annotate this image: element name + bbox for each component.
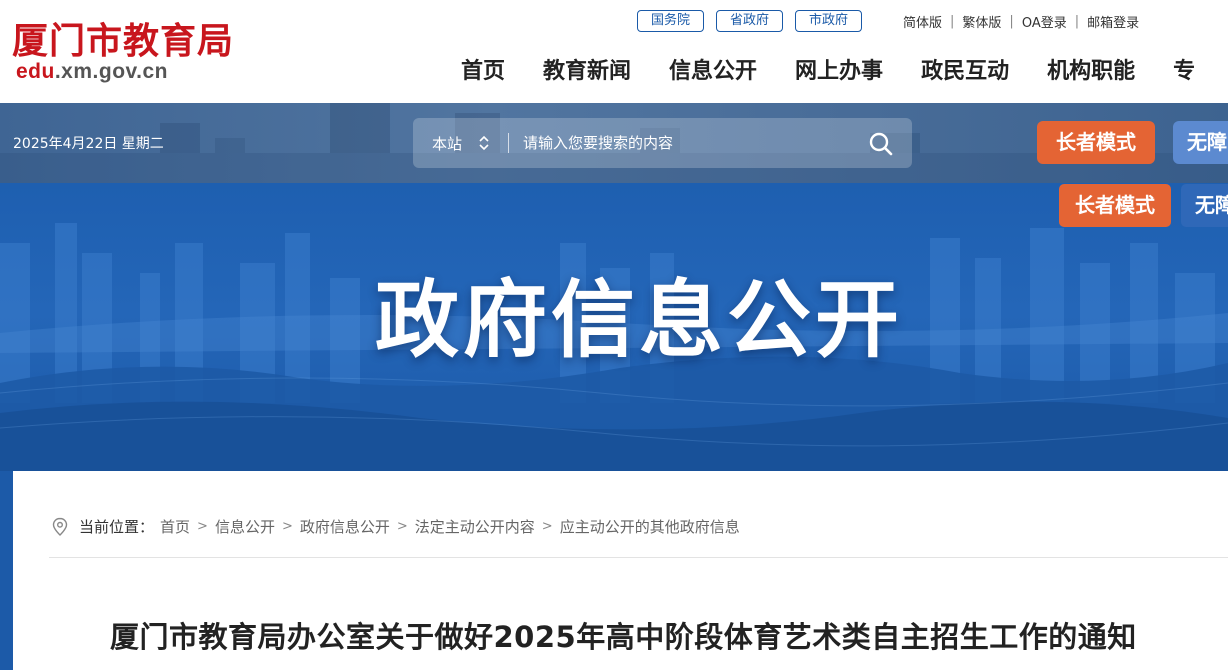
current-date: 2025年4月22日 星期二 [13, 136, 164, 152]
breadcrumb-separator: > [396, 519, 408, 534]
hero-banner: 政府信息公开 长者模式 无障 [0, 183, 1228, 471]
breadcrumb-divider [49, 557, 1228, 558]
gov-link-province[interactable]: 省政府 [716, 10, 784, 32]
site-logo-domain[interactable]: edu.xm.gov.cn [16, 60, 168, 84]
article-title: 厦门市教育局办公室关于做好2025年高中阶段体育艺术类自主招生工作的通知 [110, 620, 1137, 654]
logo-domain-prefix: edu [16, 60, 55, 83]
nav-item-interaction[interactable]: 政民互动 [921, 57, 1009, 87]
breadcrumb-info-disclosure[interactable]: 信息公开 [215, 516, 275, 537]
site-header: 厦门市教育局 edu.xm.gov.cn 国务院 省政府 市政府 简体版 | 繁… [0, 0, 1228, 103]
nav-item-functions[interactable]: 机构职能 [1047, 57, 1135, 87]
gov-links: 国务院 省政府 市政府 [637, 10, 863, 32]
search-input[interactable] [523, 129, 853, 157]
accessibility-button-secondary[interactable]: 无障 [1181, 184, 1228, 227]
nav-item-online-services[interactable]: 网上办事 [795, 57, 883, 87]
breadcrumb-label: 当前位置： [79, 518, 155, 536]
breadcrumb-other-gov-info[interactable]: 应主动公开的其他政府信息 [560, 516, 740, 537]
nav-item-home[interactable]: 首页 [461, 57, 505, 87]
site-logo-title[interactable]: 厦门市教育局 [12, 12, 234, 64]
search-divider [508, 133, 509, 153]
location-pin-icon [52, 517, 68, 536]
nav-item-info-disclosure[interactable]: 信息公开 [669, 57, 757, 87]
gov-link-city[interactable]: 市政府 [795, 10, 863, 32]
util-separator: | [950, 14, 955, 29]
breadcrumb-gov-info-disclosure[interactable]: 政府信息公开 [300, 516, 390, 537]
article-panel: 当前位置： 首页 > 信息公开 > 政府信息公开 > 法定主动公开内容 > 应主… [13, 471, 1228, 670]
breadcrumb-home[interactable]: 首页 [160, 516, 190, 537]
util-separator: | [1009, 14, 1014, 29]
breadcrumb-separator: > [197, 519, 208, 534]
accessibility-button[interactable]: 无障 [1173, 121, 1228, 164]
elder-mode-button[interactable]: 长者模式 [1037, 121, 1155, 164]
util-separator: | [1074, 14, 1080, 29]
breadcrumb-statutory-content[interactable]: 法定主动公开内容 [415, 516, 535, 537]
nav-item-education-news[interactable]: 教育新闻 [543, 57, 631, 87]
search-strip: 2025年4月22日 星期二 本站 长者模式 无障 [0, 103, 1228, 183]
gov-link-state-council[interactable]: 国务院 [637, 10, 705, 32]
logo-domain-rest: .xm.gov.cn [54, 60, 168, 83]
breadcrumb: 当前位置： 首页 > 信息公开 > 政府信息公开 > 法定主动公开内容 > 应主… [51, 516, 740, 537]
simplified-chinese-link[interactable]: 简体版 [903, 12, 942, 31]
main-nav: 首页 教育新闻 信息公开 网上办事 政民互动 机构职能 专 [461, 57, 1228, 87]
oa-login-link[interactable]: OA登录 [1022, 12, 1067, 31]
mail-login-link[interactable]: 邮箱登录 [1087, 12, 1139, 31]
banner-title: 政府信息公开 [374, 271, 903, 369]
elder-mode-button-secondary[interactable]: 长者模式 [1059, 184, 1171, 227]
search-scope-select[interactable]: 本站 [432, 133, 462, 154]
nav-item-topics[interactable]: 专 [1173, 57, 1195, 87]
traditional-chinese-link[interactable]: 繁体版 [962, 12, 1001, 31]
breadcrumb-separator: > [541, 519, 553, 534]
breadcrumb-separator: > [281, 519, 293, 534]
search-icon[interactable] [868, 131, 894, 157]
chevron-up-down-icon[interactable] [478, 135, 490, 151]
search-box: 本站 [413, 118, 912, 168]
utility-links: 简体版 | 繁体版 | OA登录 | 邮箱登录 [903, 12, 1139, 31]
